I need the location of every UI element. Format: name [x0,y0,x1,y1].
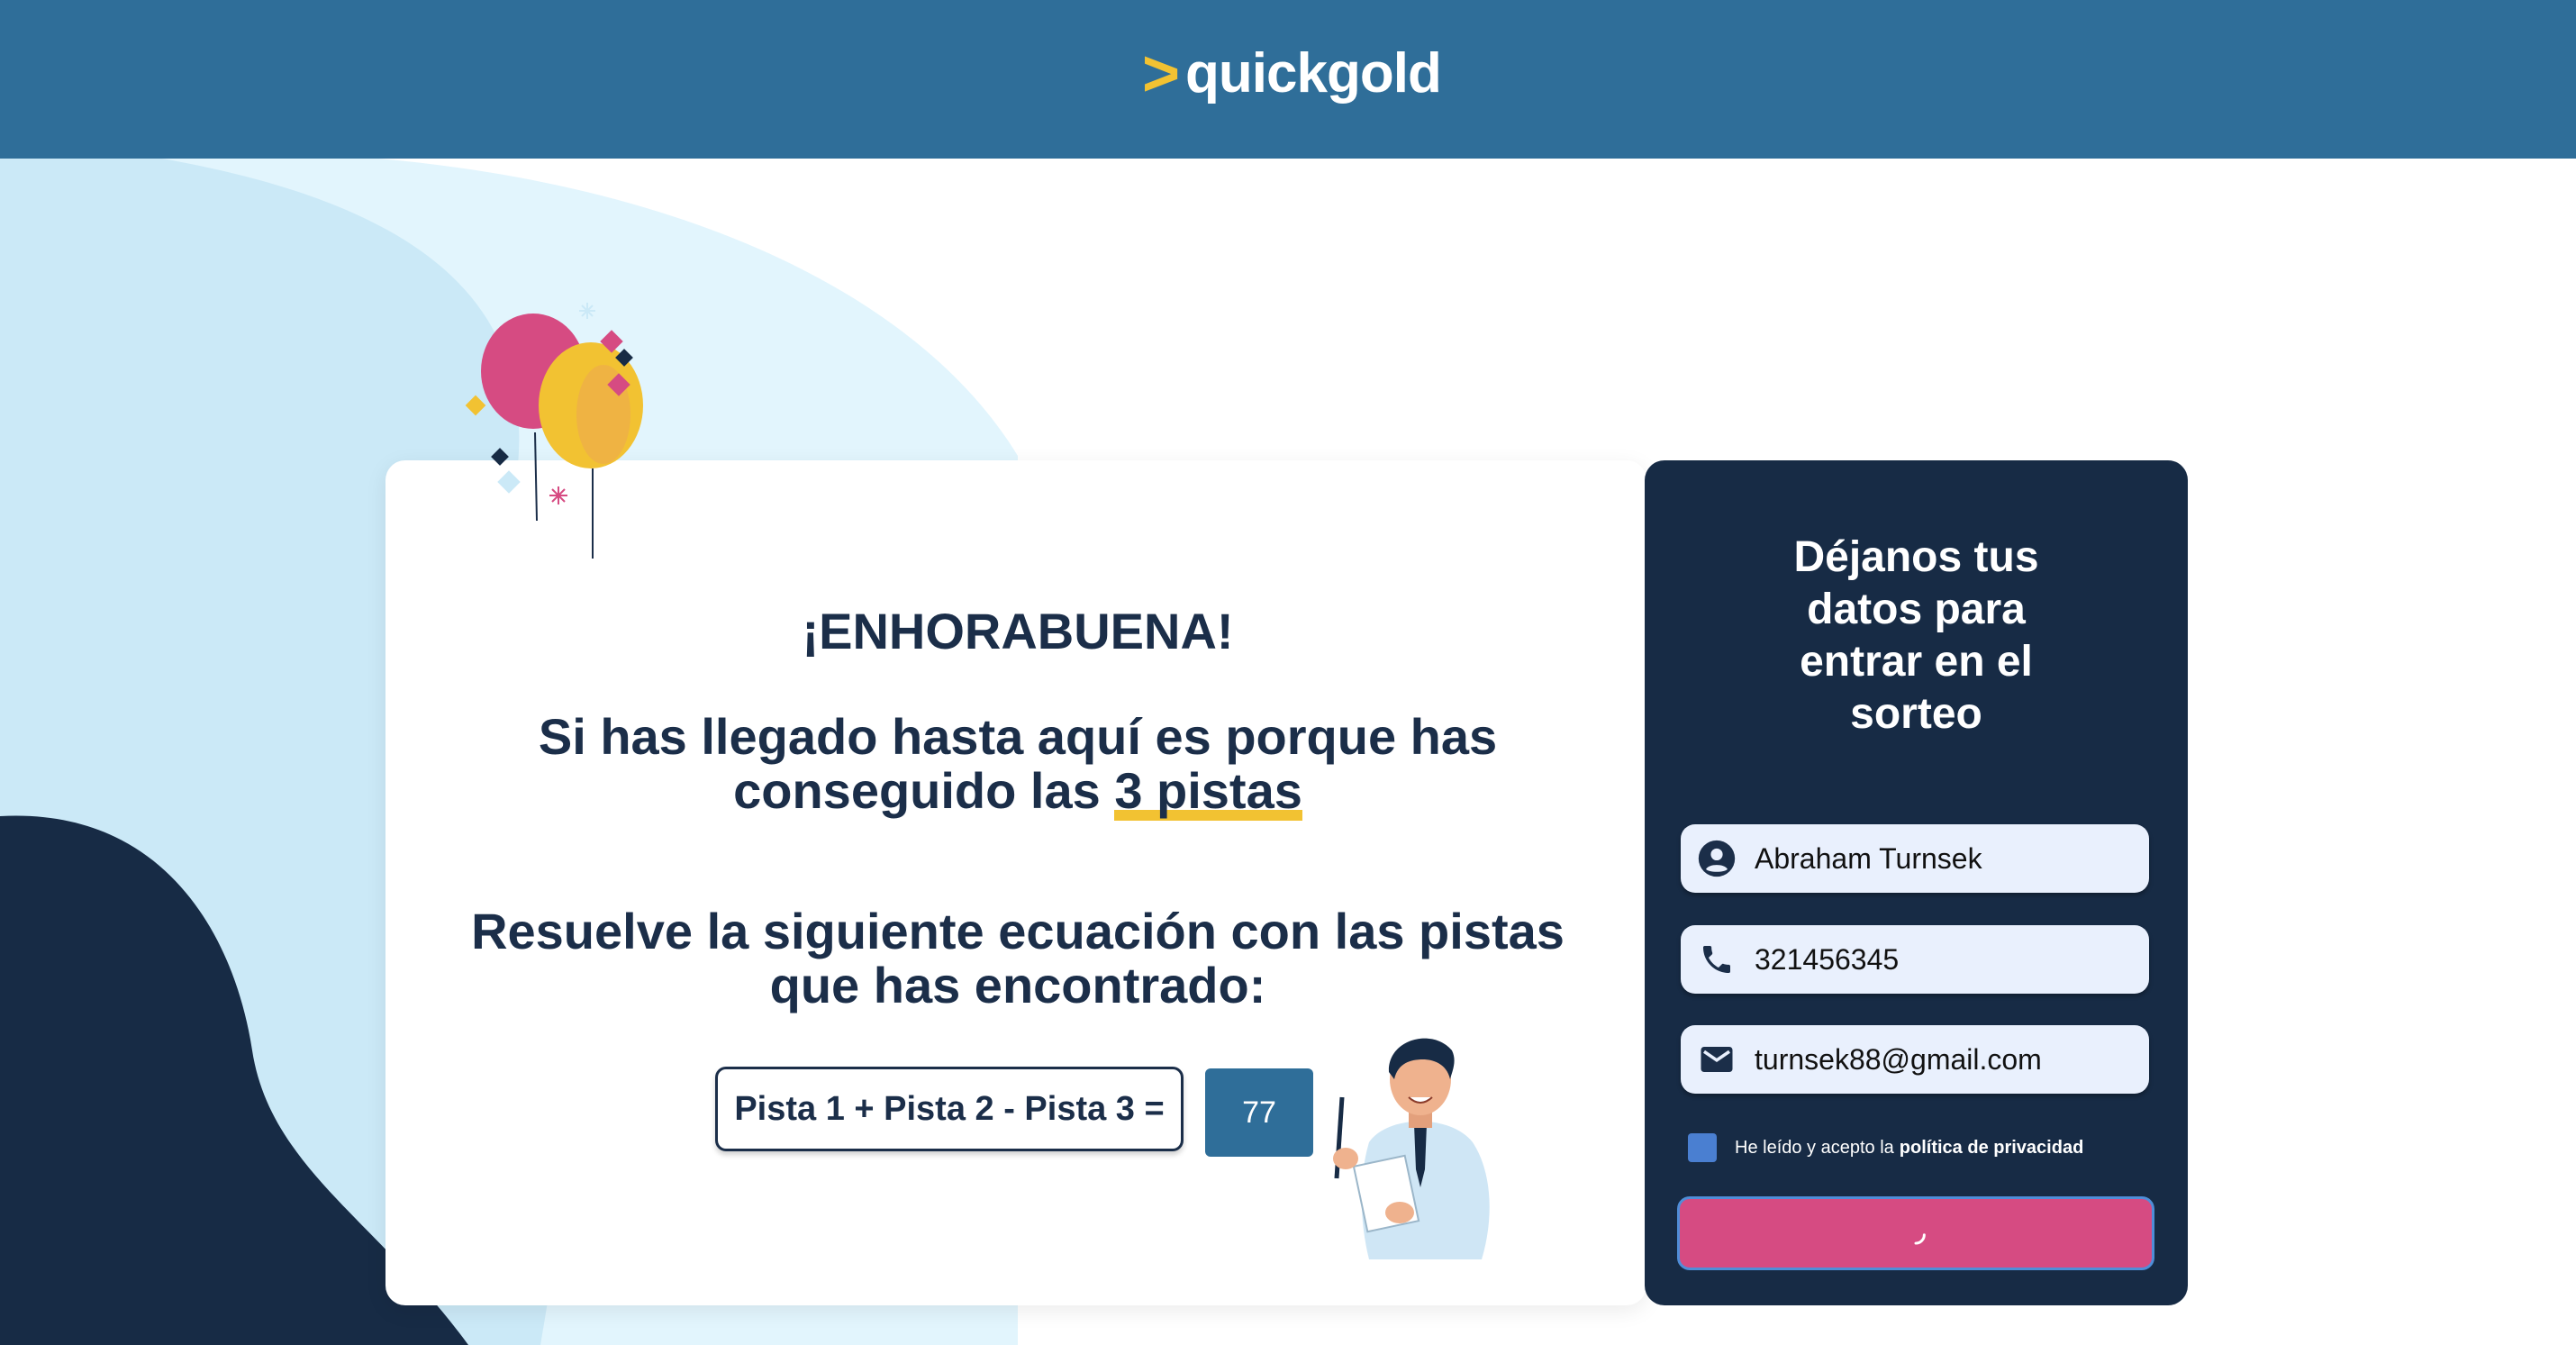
phone-input[interactable] [1755,942,2115,977]
logo-text: quickgold [1185,42,1442,105]
congrats-heading: ¡ENHORABUENA! [802,603,1234,659]
email-field[interactable] [1681,1025,2149,1094]
name-field[interactable] [1681,824,2149,893]
email-icon [1697,1040,1737,1079]
form-title-line: Déjanos tus [1793,533,2039,581]
privacy-consent: He leído y acepto la política de privaci… [1688,1132,2083,1163]
loading-spinner-icon [1914,1233,1926,1245]
equation-box: Pista 1 + Pista 2 - Pista 3 = [715,1067,1184,1151]
balloons-icon [465,303,643,559]
form-title-line: sorteo [1850,690,1982,738]
account-circle-icon [1697,839,1737,878]
form-title-line: entrar en el [1800,638,2033,686]
quickgold-logo[interactable]: > quickgold [1142,38,1442,110]
logo-arrow: > [1142,38,1181,110]
header-bar: > quickgold [0,0,2576,159]
clues-message-text: Si has llegado hasta aquí es porque has … [538,708,1498,819]
equation-instruction: Resuelve la siguiente ecuación con las p… [471,903,1565,1013]
clues-message: Si has llegado hasta aquí es porque has … [468,708,1567,821]
submit-button[interactable] [1677,1196,2154,1270]
name-input[interactable] [1755,841,2115,876]
clues-highlight: 3 pistas [1114,762,1302,821]
businessman-illustration [1333,1038,1490,1259]
answer-input[interactable] [1205,1068,1313,1157]
form-title-line: datos para [1807,586,2026,633]
email-input[interactable] [1755,1042,2115,1077]
privacy-checkbox[interactable] [1688,1133,1717,1162]
equation-text: Pista 1 + Pista 2 - Pista 3 = [734,1089,1165,1128]
consent-text: He leído y acepto la [1735,1137,1894,1158]
phone-icon [1697,940,1737,979]
form-title: Déjanos tus datos para entrar en el sort… [1645,532,2188,741]
phone-field[interactable] [1681,925,2149,994]
privacy-policy-link[interactable]: política de privacidad [1900,1138,2084,1159]
